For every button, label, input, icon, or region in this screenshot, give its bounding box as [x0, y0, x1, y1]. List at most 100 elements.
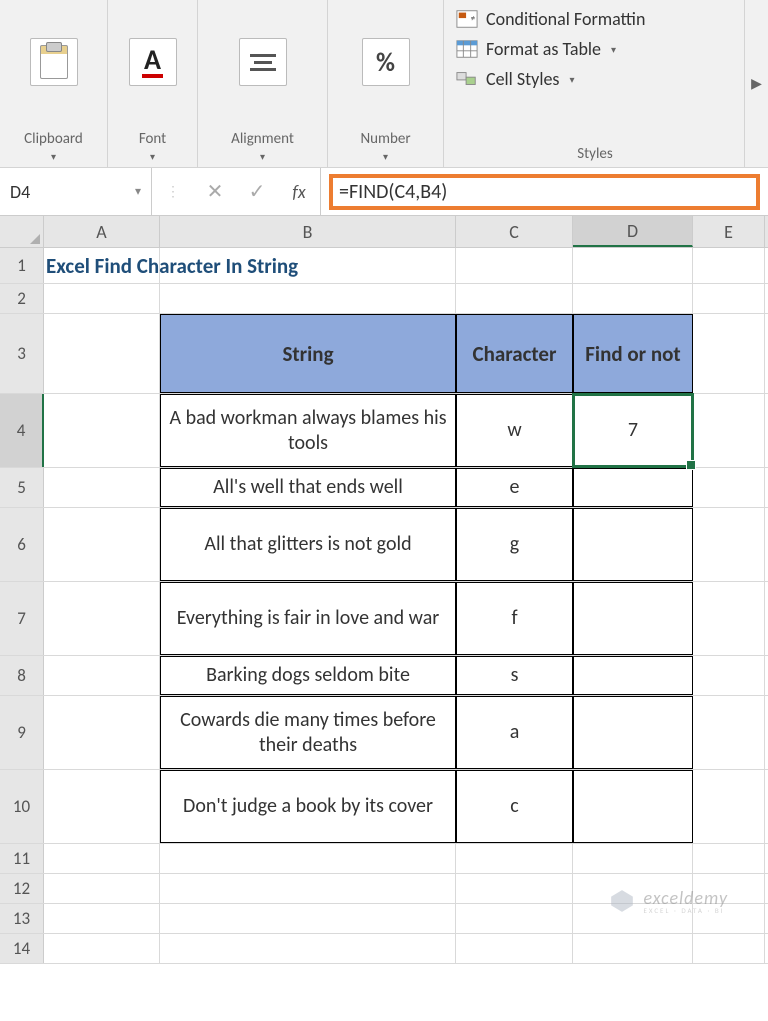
table-cell-char[interactable]: a	[456, 696, 573, 769]
table-cell-find[interactable]	[573, 770, 693, 843]
cell[interactable]	[160, 874, 456, 903]
table-cell-char[interactable]: e	[456, 468, 573, 507]
cell[interactable]	[693, 468, 765, 507]
cell-styles-button[interactable]: Cell Styles▾	[456, 68, 734, 90]
table-cell-char[interactable]: g	[456, 508, 573, 581]
cell[interactable]	[44, 314, 160, 393]
table-cell-string[interactable]: All's well that ends well	[160, 468, 456, 507]
formula-input[interactable]: =FIND(C4,B4)	[321, 168, 768, 215]
selected-cell[interactable]: 7	[573, 394, 693, 467]
insert-function-button[interactable]: fx	[278, 181, 320, 203]
table-cell-char[interactable]: w	[456, 394, 573, 467]
col-header-A[interactable]: A	[44, 216, 160, 247]
cell[interactable]	[44, 696, 160, 769]
cell[interactable]	[44, 874, 160, 903]
row-header-9[interactable]: 9	[0, 696, 44, 769]
cell[interactable]	[160, 248, 456, 283]
table-cell-string[interactable]: Barking dogs seldom bite	[160, 656, 456, 695]
cell[interactable]	[456, 904, 573, 933]
alignment-button[interactable]	[239, 38, 287, 86]
col-header-D[interactable]: D	[573, 216, 693, 247]
row-header-3[interactable]: 3	[0, 314, 44, 393]
cell[interactable]	[693, 284, 765, 313]
table-cell-find[interactable]	[573, 696, 693, 769]
cell[interactable]	[160, 904, 456, 933]
cell[interactable]	[456, 284, 573, 313]
row-header-7[interactable]: 7	[0, 582, 44, 655]
cell[interactable]	[573, 284, 693, 313]
cell[interactable]	[693, 582, 765, 655]
cell[interactable]	[44, 934, 160, 963]
row-header-12[interactable]: 12	[0, 874, 44, 903]
cell[interactable]	[44, 468, 160, 507]
cell[interactable]	[44, 394, 160, 467]
cancel-formula-button[interactable]: ✕	[194, 179, 236, 204]
cell[interactable]	[693, 508, 765, 581]
cell[interactable]	[456, 874, 573, 903]
cell[interactable]	[44, 508, 160, 581]
cell[interactable]	[693, 394, 765, 467]
col-header-B[interactable]: B	[160, 216, 456, 247]
row-header-1[interactable]: 1	[0, 248, 44, 283]
name-box[interactable]: D4	[0, 168, 152, 215]
cell[interactable]	[573, 844, 693, 873]
table-cell-char[interactable]: f	[456, 582, 573, 655]
cell[interactable]	[456, 844, 573, 873]
cell[interactable]	[44, 904, 160, 933]
chevron-down-icon[interactable]: ▾	[360, 150, 410, 163]
cell[interactable]	[44, 844, 160, 873]
font-button[interactable]: A	[129, 38, 177, 86]
cell[interactable]	[693, 770, 765, 843]
paste-button[interactable]	[30, 38, 78, 86]
select-all-corner[interactable]	[0, 216, 44, 247]
row-header-11[interactable]: 11	[0, 844, 44, 873]
cell[interactable]	[693, 696, 765, 769]
conditional-formatting-button[interactable]: ≠ Conditional Formattin	[456, 8, 734, 30]
table-cell-char[interactable]: s	[456, 656, 573, 695]
table-cell-string[interactable]: All that glitters is not gold	[160, 508, 456, 581]
table-cell-char[interactable]: c	[456, 770, 573, 843]
table-header-find[interactable]: Find or not	[573, 314, 693, 393]
table-header-char[interactable]: Character	[456, 314, 573, 393]
cell[interactable]	[44, 656, 160, 695]
row-header-8[interactable]: 8	[0, 656, 44, 695]
table-cell-string[interactable]: Everything is fair in love and war	[160, 582, 456, 655]
cell[interactable]	[573, 248, 693, 283]
cell[interactable]	[44, 770, 160, 843]
table-cell-find[interactable]	[573, 582, 693, 655]
table-cell-find[interactable]	[573, 656, 693, 695]
cell[interactable]	[693, 656, 765, 695]
table-cell-string[interactable]: Cowards die many times before their deat…	[160, 696, 456, 769]
row-header-4[interactable]: 4	[0, 394, 44, 467]
cell[interactable]	[160, 284, 456, 313]
cell[interactable]	[456, 934, 573, 963]
ribbon-scroll-right[interactable]: ▶	[744, 0, 768, 167]
row-header-6[interactable]: 6	[0, 508, 44, 581]
table-cell-find[interactable]	[573, 508, 693, 581]
cell[interactable]	[456, 248, 573, 283]
row-header-13[interactable]: 13	[0, 904, 44, 933]
cell[interactable]	[693, 844, 765, 873]
cell[interactable]	[44, 284, 160, 313]
cell[interactable]	[160, 934, 456, 963]
chevron-down-icon[interactable]: ▾	[139, 150, 166, 163]
table-cell-find[interactable]	[573, 468, 693, 507]
row-header-10[interactable]: 10	[0, 770, 44, 843]
page-title[interactable]: Excel Find Character In String	[44, 248, 160, 283]
chevron-down-icon[interactable]: ▾	[231, 150, 294, 163]
table-cell-string[interactable]: Don't judge a book by its cover	[160, 770, 456, 843]
cell[interactable]	[573, 934, 693, 963]
col-header-C[interactable]: C	[456, 216, 573, 247]
row-header-2[interactable]: 2	[0, 284, 44, 313]
row-header-5[interactable]: 5	[0, 468, 44, 507]
format-as-table-button[interactable]: Format as Table▾	[456, 38, 734, 60]
enter-formula-button[interactable]: ✓	[236, 179, 278, 204]
number-format-button[interactable]: %	[362, 38, 410, 86]
table-cell-string[interactable]: A bad workman always blames his tools	[160, 394, 456, 467]
cell[interactable]	[44, 582, 160, 655]
chevron-down-icon[interactable]: ▾	[24, 150, 83, 163]
cell[interactable]	[693, 934, 765, 963]
col-header-E[interactable]: E	[693, 216, 765, 247]
cell[interactable]	[693, 314, 765, 393]
table-header-string[interactable]: String	[160, 314, 456, 393]
